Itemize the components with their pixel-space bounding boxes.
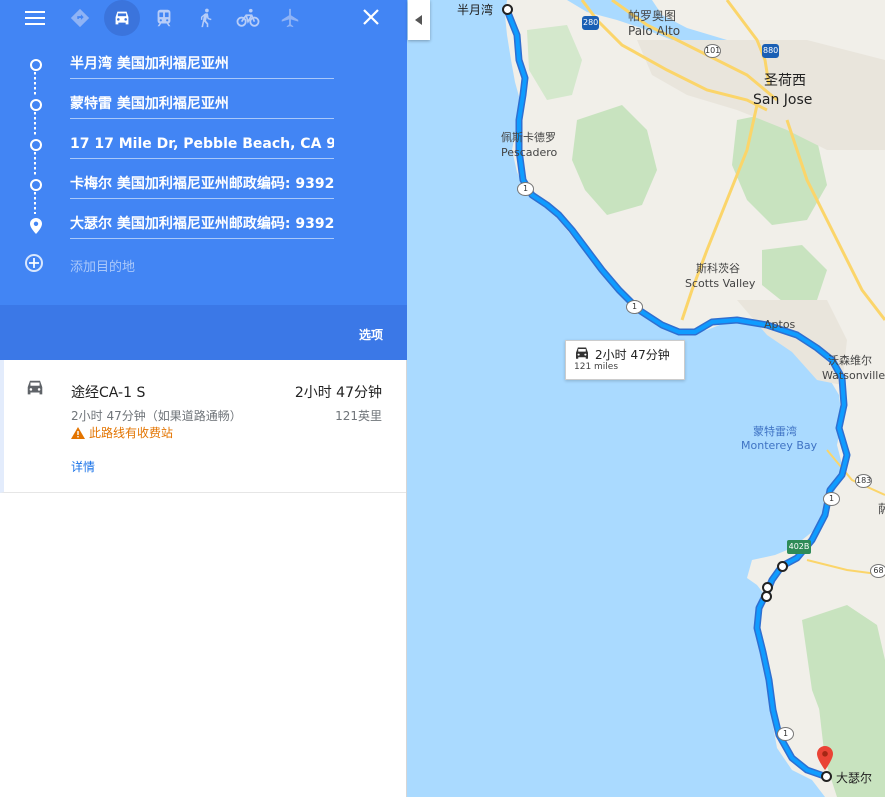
map-label-palo-alto-cn: 帕罗奥图 bbox=[628, 9, 677, 23]
input-underline bbox=[70, 198, 334, 199]
mode-transit[interactable] bbox=[146, 0, 182, 36]
route-traffic-note: 2小时 47分钟（如果道路通畅） bbox=[71, 409, 242, 423]
waypoint-marker bbox=[30, 179, 42, 191]
waypoint-marker bbox=[30, 59, 42, 71]
toll-warning-text: 此路线有收费站 bbox=[89, 426, 174, 440]
route-option[interactable]: 途经CA-1 S 2小时 47分钟 2小时 47分钟（如果道路通畅） 121英里… bbox=[0, 360, 406, 493]
waypoint-input[interactable]: 卡梅尔 美国加利福尼亚州邮政编码: 93921 bbox=[70, 174, 334, 194]
route-shield: 880 bbox=[762, 44, 779, 58]
destination-marker-icon[interactable] bbox=[817, 746, 833, 774]
input-underline bbox=[70, 238, 334, 239]
waypoint-marker bbox=[30, 99, 42, 111]
mode-driving[interactable] bbox=[104, 0, 140, 36]
input-underline bbox=[70, 118, 334, 119]
route-shield: 280 bbox=[582, 16, 599, 30]
waypoint-stop[interactable] bbox=[777, 561, 788, 572]
route-connector bbox=[34, 112, 36, 136]
destination-pin-icon bbox=[30, 218, 42, 238]
info-box-distance: 121 miles bbox=[574, 362, 619, 372]
walking-icon bbox=[200, 8, 212, 28]
map-label-watsonville-en: Watsonville bbox=[822, 369, 885, 382]
airplane-icon bbox=[281, 8, 299, 28]
waypoint-input[interactable]: 大瑟尔 美国加利福尼亚州邮政编码: 93920 bbox=[70, 214, 334, 234]
toll-warning: 此路线有收费站 bbox=[71, 424, 173, 441]
route-shield: 101 bbox=[704, 44, 721, 58]
map-label-scotts-valley-en: Scotts Valley bbox=[685, 277, 756, 290]
route-distance: 121英里 bbox=[335, 409, 382, 423]
options-bar: 选项 bbox=[0, 305, 407, 360]
car-icon bbox=[115, 11, 129, 25]
map-label-scotts-valley-cn: 斯科茨谷 bbox=[696, 262, 740, 275]
options-button[interactable]: 选项 bbox=[359, 326, 383, 343]
route-shield: 183 bbox=[855, 474, 872, 488]
map-label-half-moon-bay: 半月湾 bbox=[457, 3, 494, 17]
map-label-pescadero-cn: 佩斯卡德罗 bbox=[501, 131, 556, 144]
map-label-monterey-bay-cn: 蒙特雷湾 bbox=[753, 425, 797, 438]
map-label-palo-alto-en: Palo Alto bbox=[628, 24, 681, 38]
waypoint-input[interactable]: 半月湾 美国加利福尼亚州 bbox=[70, 54, 334, 74]
close-icon[interactable] bbox=[362, 8, 380, 26]
mode-cycling[interactable] bbox=[230, 0, 266, 36]
map-label-san-jose-en: San Jose bbox=[753, 92, 813, 108]
menu-icon[interactable] bbox=[25, 10, 45, 26]
route-shield: 1 bbox=[823, 492, 840, 506]
map-canvas[interactable]: 半月湾 帕罗奥图 Palo Alto 圣荷西 San Jose 佩斯卡德罗 Pe… bbox=[407, 0, 885, 797]
map-label-aptos: Aptos bbox=[764, 318, 796, 331]
route-connector bbox=[34, 192, 36, 214]
map-label-pescadero-en: Pescadero bbox=[501, 146, 558, 159]
mode-walking[interactable] bbox=[188, 0, 224, 36]
bicycle-icon bbox=[236, 8, 260, 27]
route-info-box[interactable]: 2小时 47分钟 121 miles bbox=[565, 340, 685, 380]
input-underline bbox=[70, 78, 334, 79]
mode-best[interactable] bbox=[62, 0, 98, 36]
warning-icon bbox=[71, 426, 85, 439]
train-icon bbox=[157, 9, 171, 27]
details-link[interactable]: 详情 bbox=[71, 458, 95, 475]
exit-sign: 402B bbox=[787, 540, 811, 554]
mode-flight[interactable] bbox=[272, 0, 308, 36]
directions-diamond-icon bbox=[70, 8, 90, 28]
route-shield: 68 bbox=[870, 564, 885, 578]
map-label-big-sur: 大瑟尔 bbox=[836, 771, 873, 785]
map-label-watsonville-cn: 沃森维尔 bbox=[828, 354, 872, 367]
waypoint-input[interactable]: 蒙特雷 美国加利福尼亚州 bbox=[70, 94, 334, 114]
add-icon[interactable] bbox=[25, 254, 43, 272]
route-connector bbox=[34, 72, 36, 96]
directions-panel: 半月湾 美国加利福尼亚州 蒙特雷 美国加利福尼亚州 17 17 Mile Dr,… bbox=[0, 0, 407, 797]
map-label-monterey-bay-en: Monterey Bay bbox=[741, 439, 818, 452]
input-underline bbox=[70, 158, 334, 159]
directions-header: 半月湾 美国加利福尼亚州 蒙特雷 美国加利福尼亚州 17 17 Mile Dr,… bbox=[0, 0, 407, 305]
waypoint-stop[interactable] bbox=[761, 591, 772, 602]
add-destination-input[interactable]: 添加目的地 bbox=[70, 256, 135, 275]
car-icon bbox=[24, 378, 46, 402]
route-connector bbox=[34, 152, 36, 176]
map-label-edge: 萨 bbox=[878, 502, 885, 516]
waypoint-input[interactable]: 17 17 Mile Dr, Pebble Beach, CA 93953 bbox=[70, 134, 334, 154]
route-via: 途经CA-1 S bbox=[71, 385, 146, 401]
waypoint-stop[interactable] bbox=[502, 4, 513, 15]
waypoint-marker bbox=[30, 139, 42, 151]
map-label-san-jose-cn: 圣荷西 bbox=[764, 73, 806, 89]
route-duration: 2小时 47分钟 bbox=[294, 385, 382, 401]
chevron-left-icon bbox=[415, 15, 422, 25]
route-shield: 1 bbox=[777, 727, 794, 741]
collapse-panel-button[interactable] bbox=[408, 0, 430, 40]
route-shield: 1 bbox=[517, 182, 534, 196]
map-base bbox=[407, 0, 885, 797]
route-shield: 1 bbox=[626, 300, 643, 314]
info-box-duration: 2小时 47分钟 bbox=[595, 348, 670, 362]
